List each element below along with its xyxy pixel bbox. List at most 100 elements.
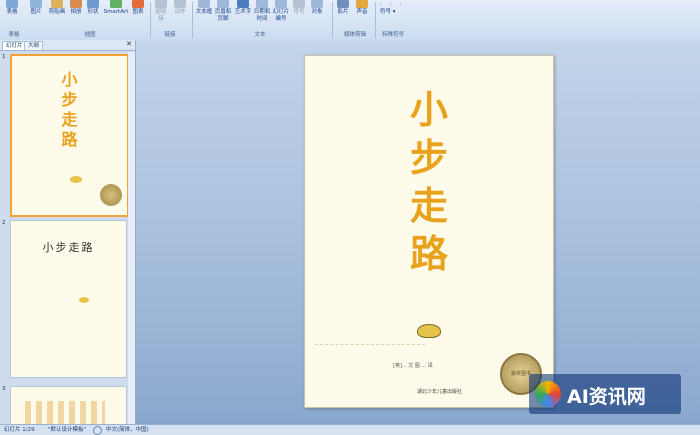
- thumbnail-title-char: 路: [61, 130, 78, 149]
- table-icon: [6, 0, 18, 8]
- slide-number: 3: [2, 386, 6, 392]
- status-bar: 幻灯片 1/29 "默认设计模板" 中文(简体，中国): [0, 424, 700, 435]
- credits-text: [英]... 文 图 ... 译: [393, 363, 433, 369]
- slide-number: 1: [2, 54, 6, 60]
- clipart-button[interactable]: 剪贴画: [47, 0, 67, 16]
- movie-label: 影片: [337, 9, 349, 15]
- panel-tabs: 幻灯片 大纲 ✕: [0, 40, 135, 51]
- slide-number: 2: [2, 220, 6, 226]
- tab-slides[interactable]: 幻灯片: [2, 41, 27, 50]
- picture-button[interactable]: 图片: [28, 0, 44, 16]
- shapes-button[interactable]: 形状: [86, 0, 100, 16]
- character-illustration: [79, 297, 89, 303]
- symbol-dropdown-label: 符号: [380, 9, 392, 15]
- textbox-label: 文本框: [195, 9, 213, 15]
- panel-scrollbar[interactable]: [128, 52, 135, 424]
- character-illustration: [70, 176, 82, 183]
- title-char: 小: [409, 87, 448, 132]
- slide-number-label: 幻灯片编号: [272, 9, 290, 22]
- sound-icon: [356, 0, 368, 8]
- chart-button[interactable]: 图表: [131, 0, 145, 16]
- wordart-button[interactable]: 艺术字: [234, 0, 252, 16]
- thumbnail-illustration: [25, 401, 105, 425]
- current-slide[interactable]: 小 步 走 路 [英]... 文 图 ... 译 湖北少年儿童出版社 获奖图书: [304, 55, 554, 408]
- album-icon: [70, 0, 82, 8]
- picture-icon: [30, 0, 42, 8]
- wordart-label: 艺术字: [234, 9, 252, 15]
- shapes-label: 形状: [87, 9, 99, 15]
- thumbnail-title-char: 步: [61, 90, 78, 109]
- thumbnail-title-char: 走: [61, 110, 78, 129]
- object-label: 对象: [311, 9, 323, 15]
- walking-character-illustration: [417, 324, 441, 338]
- textbox-icon: [198, 0, 210, 8]
- group-label-text: 文本: [254, 32, 266, 38]
- separator: [192, 2, 193, 38]
- slide-editing-area: 小 步 走 路 [英]... 文 图 ... 译 湖北少年儿童出版社 获奖图书 …: [136, 40, 700, 424]
- separator: [332, 2, 333, 38]
- clipart-label: 剪贴画: [48, 9, 66, 15]
- publisher-text: 湖北少年儿童出版社: [417, 389, 463, 395]
- slide-thumbnail-3[interactable]: [10, 386, 127, 425]
- slide-thumbnail-2[interactable]: 小步走路: [10, 220, 127, 378]
- separator: [150, 2, 151, 38]
- object-icon: [311, 0, 323, 8]
- header-footer-label: 页眉和页脚: [214, 9, 232, 22]
- shapes-icon: [87, 0, 99, 8]
- thumbnail-title: 小 步 走 路: [12, 70, 127, 150]
- ribbon: 表格 图片 剪贴画 相册 形状 SmartArt 图表 超链接 动作 文本框 页…: [0, 0, 700, 41]
- clipart-icon: [51, 0, 63, 8]
- title-char: 走: [409, 183, 448, 228]
- slide-thumbnail-1[interactable]: 小 步 走 路: [10, 54, 129, 217]
- hyperlink-button[interactable]: 超链接: [153, 0, 169, 23]
- sound-label: 声音: [356, 9, 368, 15]
- slide-title: 小 步 走 路: [305, 86, 553, 278]
- slide-number-icon: [275, 0, 287, 8]
- chart-label: 图表: [132, 9, 144, 15]
- symbol-icon: [293, 0, 305, 8]
- album-button[interactable]: 相册: [68, 0, 84, 16]
- symbols-dropdown[interactable]: : : : 符号 ▾: [380, 2, 410, 16]
- smartart-label: SmartArt: [103, 9, 129, 15]
- slide-number-button[interactable]: 幻灯片编号: [272, 0, 290, 23]
- group-label-table: 表格: [8, 32, 20, 38]
- datetime-icon: [256, 0, 268, 8]
- movie-icon: [337, 0, 349, 8]
- textbox-button[interactable]: 文本框: [195, 0, 213, 16]
- footprint-path: [315, 344, 425, 347]
- object-button[interactable]: 对象: [310, 0, 324, 16]
- symbol-dots-icon: : : :: [380, 2, 405, 8]
- action-label: 动作: [174, 9, 186, 15]
- wordart-icon: [237, 0, 249, 8]
- movie-button[interactable]: 影片: [336, 0, 350, 16]
- title-char: 步: [409, 135, 448, 180]
- watermark-badge: AI资讯网: [529, 374, 681, 414]
- separator: [375, 2, 376, 38]
- award-seal: [100, 184, 122, 206]
- group-label-media: 媒体剪辑: [343, 32, 366, 38]
- symbol-label: 符号: [293, 9, 305, 15]
- album-label: 相册: [70, 9, 82, 15]
- group-label-special-symbols: 特殊符号: [381, 32, 404, 38]
- thumbnail-title: 小步走路: [42, 241, 95, 254]
- symbol-button[interactable]: 符号: [292, 0, 306, 16]
- table-label: 表格: [6, 9, 18, 15]
- hyperlink-icon: [155, 0, 167, 8]
- thumbnail-title-char: 小: [61, 70, 78, 89]
- smartart-button[interactable]: SmartArt: [103, 0, 129, 16]
- table-button[interactable]: 表格: [4, 0, 20, 16]
- smartart-icon: [110, 0, 122, 8]
- hyperlink-label: 超链接: [155, 9, 167, 22]
- header-footer-button[interactable]: 页眉和页脚: [214, 0, 232, 23]
- tab-outline[interactable]: 大纲: [24, 41, 44, 50]
- action-button[interactable]: 动作: [173, 0, 187, 16]
- watermark-text: AI资讯网: [567, 386, 646, 408]
- datetime-button[interactable]: 日期和时间: [253, 0, 271, 23]
- slides-panel: 幻灯片 大纲 ✕ 1 小 步 走 路 2 小步走路 3: [0, 40, 136, 425]
- close-icon[interactable]: ✕: [126, 40, 132, 48]
- datetime-label: 日期和时间: [253, 9, 271, 22]
- group-label-illustrations: 插图: [84, 32, 96, 38]
- picture-label: 图片: [30, 9, 42, 15]
- chart-icon: [132, 0, 144, 8]
- sound-button[interactable]: 声音: [355, 0, 369, 16]
